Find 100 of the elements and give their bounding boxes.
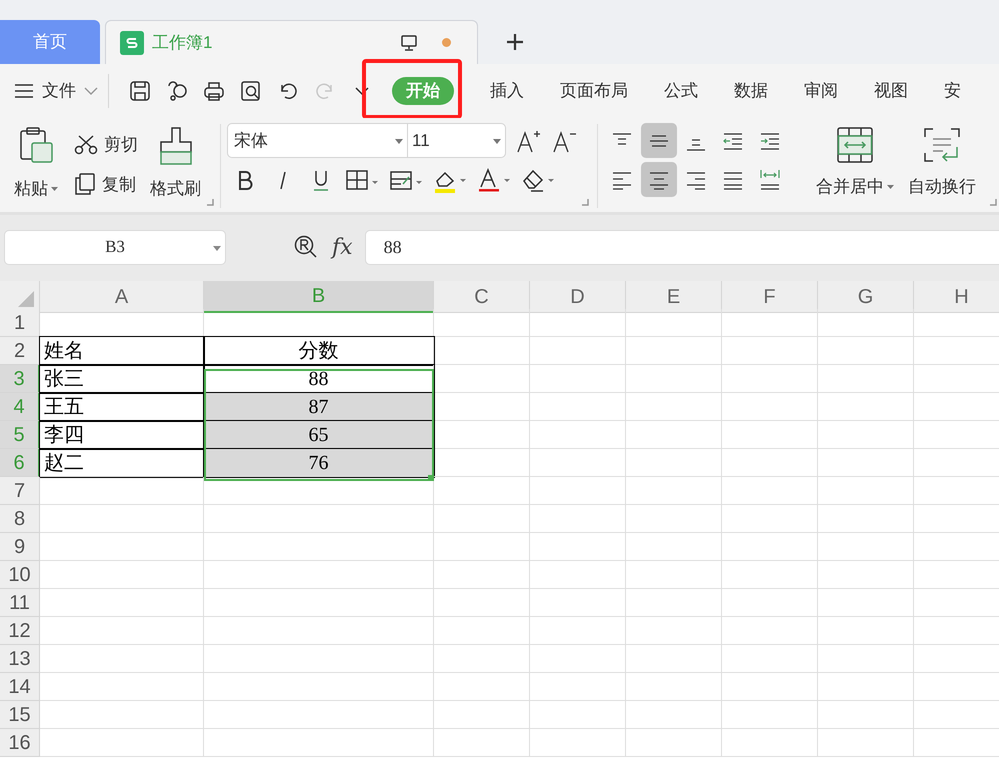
table-cell[interactable] <box>626 701 722 729</box>
table-cell[interactable] <box>204 729 434 757</box>
table-cell[interactable] <box>530 701 626 729</box>
table-cell[interactable] <box>722 393 818 421</box>
dialog-launcher-icon[interactable] <box>582 199 589 206</box>
table-cell[interactable] <box>722 309 818 337</box>
row-header[interactable]: 10 <box>0 561 40 589</box>
merge-center-button[interactable]: 合并居中 <box>816 127 894 212</box>
column-header[interactable]: A <box>40 281 204 313</box>
column-header[interactable]: F <box>722 281 818 313</box>
row-header[interactable]: 11 <box>0 589 40 617</box>
table-cell[interactable] <box>626 673 722 701</box>
dialog-launcher-icon[interactable] <box>207 199 214 206</box>
column-header[interactable]: E <box>626 281 722 313</box>
row-header[interactable]: 9 <box>0 533 40 561</box>
table-cell[interactable] <box>40 673 204 701</box>
table-cell[interactable] <box>434 701 530 729</box>
eraser-icon[interactable] <box>521 167 555 193</box>
row-header[interactable]: 12 <box>0 617 40 645</box>
table-cell[interactable] <box>434 365 530 393</box>
table-cell[interactable] <box>434 729 530 757</box>
ribbon-tab[interactable]: 公式 <box>646 77 716 105</box>
font-color-icon[interactable] <box>477 167 511 193</box>
table-cell[interactable] <box>434 589 530 617</box>
table-cell[interactable] <box>626 309 722 337</box>
table-cell[interactable] <box>722 589 818 617</box>
align-center-icon[interactable] <box>641 162 677 197</box>
table-cell[interactable] <box>530 449 626 477</box>
table-cell[interactable] <box>722 701 818 729</box>
wrap-text-button[interactable]: 自动换行 <box>908 127 976 212</box>
fill-handle[interactable] <box>428 475 434 481</box>
table-cell[interactable] <box>818 337 914 365</box>
table-cell[interactable] <box>530 617 626 645</box>
table-cell[interactable] <box>530 589 626 617</box>
table-cell[interactable] <box>722 617 818 645</box>
table-cell[interactable] <box>434 533 530 561</box>
table-cell[interactable] <box>722 477 818 505</box>
table-cell[interactable] <box>722 561 818 589</box>
table-cell[interactable] <box>530 729 626 757</box>
ribbon-tab[interactable]: 数据 <box>716 77 786 105</box>
table-cell[interactable]: 李四 <box>40 421 204 449</box>
table-cell[interactable] <box>530 309 626 337</box>
formula-field[interactable]: 88 <box>364 230 999 264</box>
table-cell[interactable] <box>204 673 434 701</box>
table-cell[interactable] <box>204 589 434 617</box>
table-cell[interactable]: 76 <box>204 449 434 477</box>
table-cell[interactable]: 87 <box>204 393 434 421</box>
table-cell[interactable] <box>626 477 722 505</box>
table-cell[interactable] <box>626 365 722 393</box>
table-cell[interactable] <box>818 729 914 757</box>
table-cell[interactable] <box>818 701 914 729</box>
table-cell[interactable]: 赵二 <box>40 449 204 477</box>
table-cell[interactable] <box>722 449 818 477</box>
table-cell[interactable] <box>530 365 626 393</box>
table-cell[interactable] <box>722 729 818 757</box>
table-cell[interactable] <box>434 449 530 477</box>
row-header[interactable]: 1 <box>0 309 40 337</box>
name-box[interactable]: B3 <box>4 230 226 264</box>
file-menu[interactable]: 文件 <box>14 78 108 104</box>
table-cell[interactable] <box>626 421 722 449</box>
table-cell[interactable] <box>722 673 818 701</box>
new-tab-icon[interactable] <box>505 32 525 52</box>
row-header[interactable]: 14 <box>0 673 40 701</box>
row-header[interactable]: 15 <box>0 701 40 729</box>
table-cell[interactable] <box>626 645 722 673</box>
table-cell[interactable] <box>40 617 204 645</box>
table-cell[interactable] <box>40 589 204 617</box>
column-header[interactable]: C <box>434 281 530 313</box>
table-cell[interactable] <box>530 533 626 561</box>
table-cell[interactable] <box>818 309 914 337</box>
dialog-launcher-icon[interactable] <box>990 199 997 206</box>
table-cell[interactable] <box>434 561 530 589</box>
table-cell[interactable]: 分数 <box>204 337 434 365</box>
row-header[interactable]: 8 <box>0 505 40 533</box>
table-cell[interactable] <box>204 645 434 673</box>
table-cell[interactable] <box>818 589 914 617</box>
column-header[interactable]: D <box>530 281 626 313</box>
table-cell[interactable] <box>40 701 204 729</box>
table-cell[interactable] <box>818 617 914 645</box>
table-cell[interactable] <box>818 477 914 505</box>
ribbon-tab[interactable]: 安 <box>926 77 979 105</box>
row-header[interactable]: 7 <box>0 477 40 505</box>
table-cell[interactable] <box>626 729 722 757</box>
table-cell[interactable] <box>530 337 626 365</box>
table-cell[interactable] <box>818 505 914 533</box>
table-cell[interactable]: 65 <box>204 421 434 449</box>
table-cell[interactable] <box>626 505 722 533</box>
row-header[interactable]: 16 <box>0 729 40 757</box>
table-cell[interactable] <box>40 477 204 505</box>
table-cell[interactable] <box>626 589 722 617</box>
table-cell[interactable] <box>434 309 530 337</box>
monitor-icon[interactable] <box>400 34 418 52</box>
ribbon-tab[interactable]: 视图 <box>856 77 926 105</box>
format-painter-button[interactable]: 格式刷 <box>150 126 201 212</box>
table-cell[interactable] <box>530 505 626 533</box>
column-header[interactable]: G <box>818 281 914 313</box>
table-cell[interactable] <box>722 421 818 449</box>
table-cell[interactable] <box>204 617 434 645</box>
table-cell[interactable] <box>40 505 204 533</box>
table-cell[interactable] <box>818 365 914 393</box>
